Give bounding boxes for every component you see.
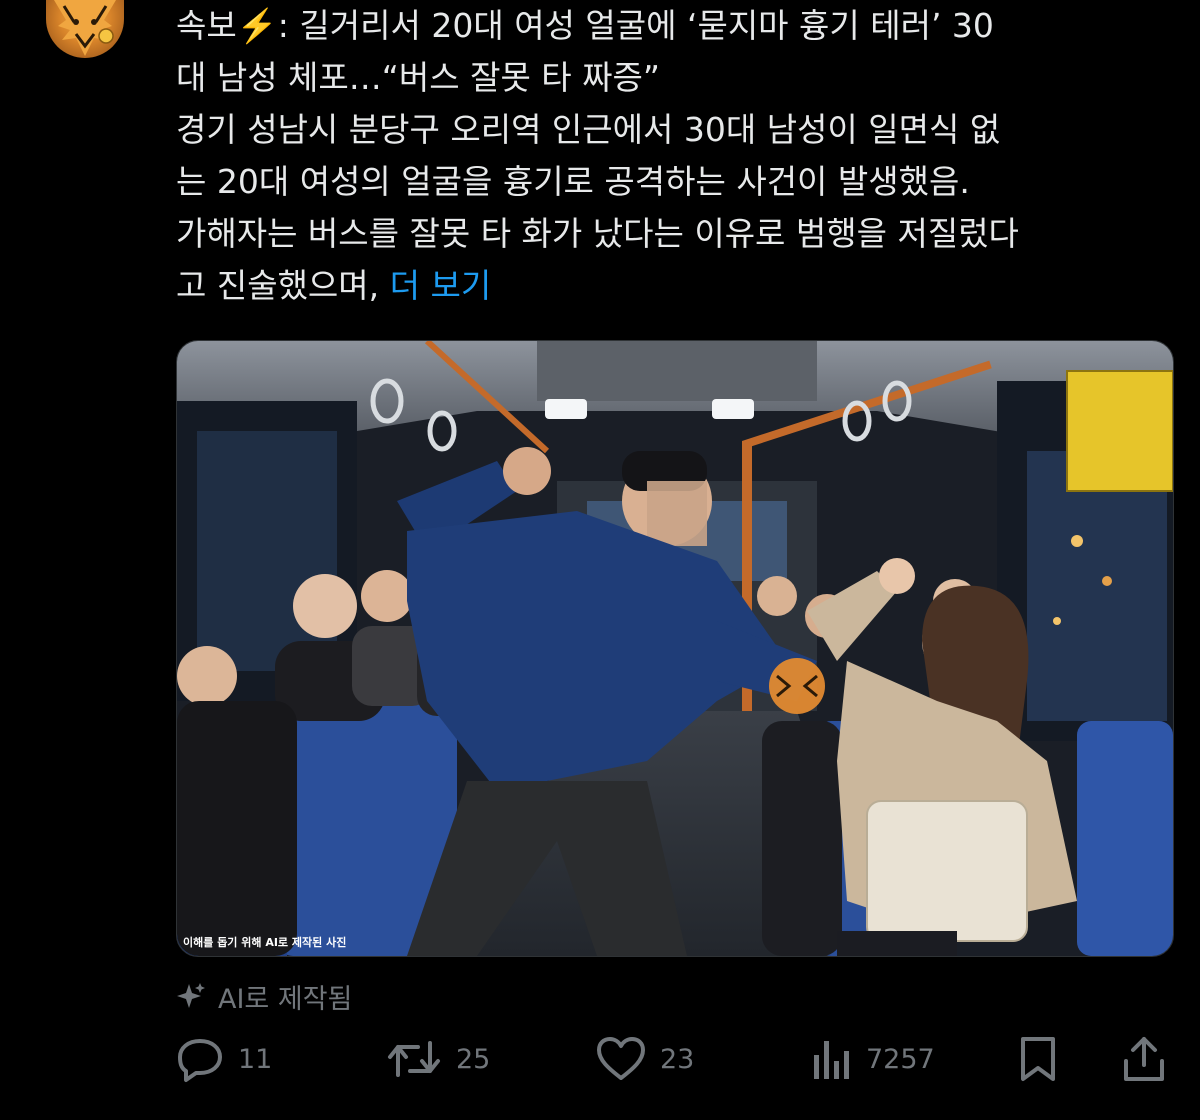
- reply-icon: [178, 1039, 222, 1082]
- views-icon: [814, 1041, 849, 1079]
- media-caption: 이해를 돕기 위해 AI로 제작된 사진: [183, 936, 347, 949]
- views-button[interactable]: 7257: [808, 1033, 935, 1085]
- bookmark-icon: [1021, 1037, 1055, 1081]
- like-count: 23: [660, 1043, 695, 1075]
- views-count: 7257: [866, 1043, 935, 1075]
- reply-button[interactable]: 11: [176, 1033, 272, 1085]
- tweet-text: 속보⚡️: 길거리서 20대 여성 얼굴에 ‘묻지마 흉기 테러’ 30 대 남…: [176, 0, 1166, 312]
- tweet-line: 경기 성남시 분당구 오리역 인근에서 30대 남성이 일면식 없: [176, 110, 1001, 149]
- tweet-line-last: 고 진술했으며, 더 보기: [176, 260, 1166, 312]
- bus-scene-illustration: [177, 341, 1173, 956]
- like-button[interactable]: 23: [596, 1033, 694, 1085]
- tweet-line-text: 고 진술했으며,: [176, 266, 390, 305]
- heart-icon: [597, 1037, 645, 1080]
- share-icon: [1124, 1037, 1164, 1081]
- tweet-line: 가해자는 버스를 잘못 타 화가 났다는 이유로 범행을 저질렀다: [176, 214, 1019, 253]
- reply-count: 11: [238, 1043, 273, 1075]
- repost-count: 25: [456, 1043, 491, 1075]
- ai-generated-label: AI로 제작됨: [176, 978, 353, 1015]
- sparkle-icon: [177, 983, 205, 1008]
- share-button[interactable]: [1122, 1033, 1166, 1085]
- tweet-line: 속보⚡️: 길거리서 20대 여성 얼굴에 ‘묻지마 흉기 테러’ 30: [176, 6, 994, 45]
- repost-icon: [388, 1041, 440, 1077]
- tweet-line: 대 남성 체포…“버스 잘못 타 짜증”: [176, 58, 660, 97]
- tweet-action-bar: 11 25 23 7257: [176, 1033, 1166, 1085]
- repost-button[interactable]: 25: [386, 1033, 490, 1085]
- tiger-avatar-icon: [54, 0, 116, 56]
- bookmark-button[interactable]: [1018, 1033, 1058, 1085]
- avatar[interactable]: [46, 0, 124, 58]
- show-more-link[interactable]: 더 보기: [390, 266, 492, 305]
- tweet-line: 는 20대 여성의 얼굴을 흉기로 공격하는 사건이 발생했음.: [176, 162, 970, 201]
- ai-label-text: AI로 제작됨: [218, 983, 353, 1015]
- tweet-media-image[interactable]: 이해를 돕기 위해 AI로 제작된 사진: [176, 340, 1174, 957]
